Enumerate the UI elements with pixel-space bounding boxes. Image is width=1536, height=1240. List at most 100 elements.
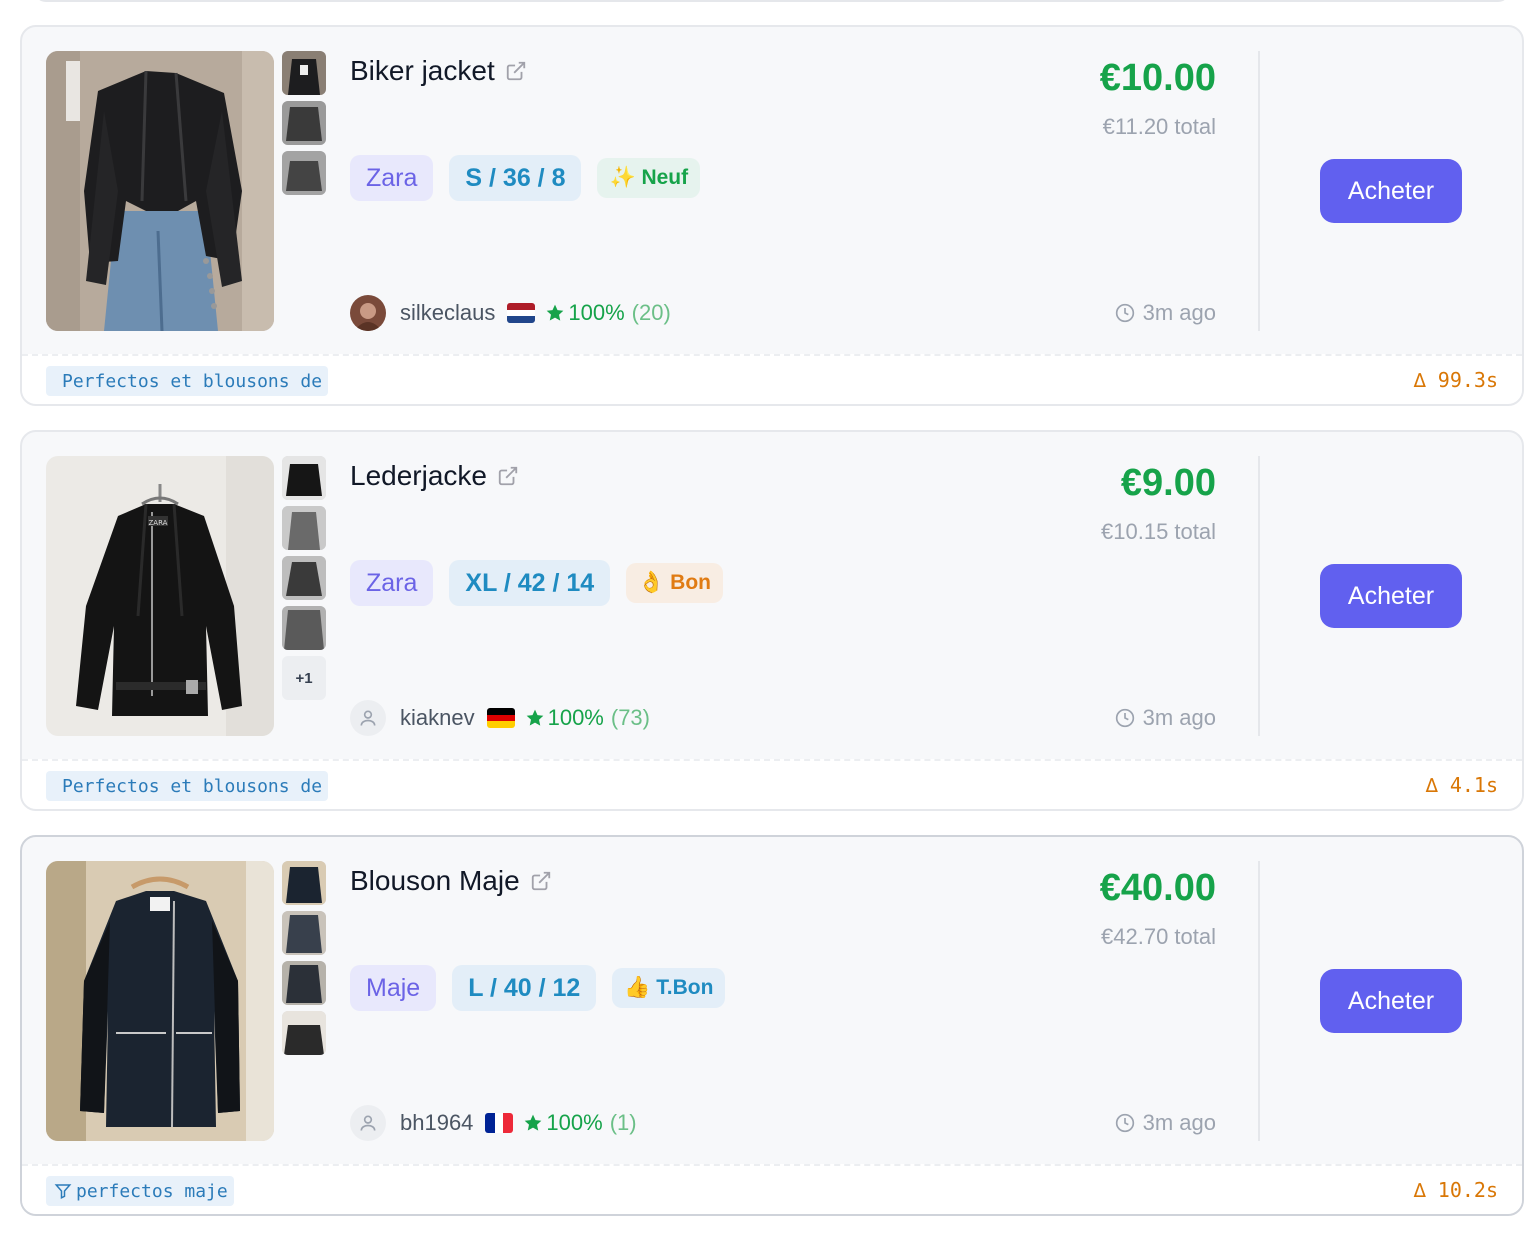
seller-rating: 100% (73) (525, 705, 650, 731)
brand-tag: Zara (350, 560, 434, 606)
user-placeholder-icon[interactable] (350, 700, 386, 736)
seller-username[interactable]: bh1964 (400, 1110, 473, 1136)
card-footer: Perfectos et blousons de ∆ 4.1s (22, 759, 1522, 809)
brand-tag: Zara (350, 155, 434, 201)
clock-icon (1115, 708, 1134, 728)
card-footer: Perfectos et blousons de ∆ 99.3s (22, 354, 1522, 404)
seller-username[interactable]: kiaknev (400, 705, 475, 731)
condition-tag: 👍 T.Bon (612, 968, 726, 1008)
tag-row: Zara S / 36 / 8 ✨ Neuf (350, 155, 701, 201)
card-footer: perfectos maje ∆ 10.2s (22, 1164, 1522, 1214)
item-price: €9.00 (1120, 462, 1216, 504)
time-ago: 3m ago (1142, 300, 1216, 325)
thumbnail-strip (282, 861, 326, 1061)
search-query-badge[interactable]: Perfectos et blousons de (46, 366, 329, 396)
thumbnail-strip (282, 51, 326, 201)
avatar[interactable] (350, 295, 386, 331)
thumbnail[interactable] (282, 151, 326, 195)
condition-tag: ✨ Neuf (597, 158, 701, 198)
svg-text:ZARA: ZARA (149, 519, 168, 527)
thumbnail[interactable] (282, 911, 326, 955)
query-text: Perfectos et blousons de (62, 775, 323, 797)
rating-percent: 100% (568, 300, 625, 325)
seller-info: bh1964 100% (1) (350, 1105, 637, 1141)
posted-time: 3m ago (1115, 300, 1216, 326)
listing-feed: Biker jacket Zara S / 36 / 8 ✨ Neuf silk… (20, 25, 1524, 1240)
total-price: €42.70 total (1101, 924, 1216, 949)
tag-row: Maje L / 40 / 12 👍 T.Bon (350, 965, 726, 1011)
total-price: €11.20 total (1102, 114, 1216, 139)
search-query-badge[interactable]: perfectos maje (46, 1176, 234, 1206)
listing-main-photo[interactable] (46, 861, 274, 1141)
rating-percent: 100% (547, 705, 604, 730)
seller-rating: 100% (1) (523, 1110, 637, 1136)
rating-count: (1) (609, 1110, 637, 1135)
listing-title[interactable]: Lederjacke (350, 460, 487, 492)
total-price: €10.15 total (1101, 519, 1216, 544)
listing-title-row: Lederjacke (350, 460, 519, 492)
seller-info: silkeclaus 100% (20) (350, 295, 671, 331)
buy-button[interactable]: Acheter (1320, 564, 1462, 628)
posted-time: 3m ago (1115, 705, 1216, 731)
thumbnail[interactable] (282, 961, 326, 1005)
star-icon (526, 709, 543, 726)
thumbnail[interactable] (282, 606, 326, 650)
seller-username[interactable]: silkeclaus (400, 300, 495, 326)
external-link-icon[interactable] (530, 870, 552, 892)
listing-card: Biker jacket Zara S / 36 / 8 ✨ Neuf silk… (20, 25, 1524, 406)
latency-delta: ∆ 10.2s (1413, 1178, 1498, 1202)
thumbnail-strip: +1 (282, 456, 326, 706)
rating-percent: 100% (546, 1110, 603, 1135)
price-box: €10.00 €11.20 total (1100, 57, 1216, 140)
thumbnail[interactable] (282, 101, 326, 145)
listing-title-row: Blouson Maje (350, 865, 552, 897)
thumbnail[interactable] (282, 556, 326, 600)
seller-rating: 100% (20) (545, 300, 671, 326)
size-tag: L / 40 / 12 (452, 965, 597, 1011)
query-text: perfectos maje (76, 1180, 228, 1202)
more-photos-badge[interactable]: +1 (282, 656, 326, 700)
size-tag: S / 36 / 8 (449, 155, 582, 201)
condition-tag: 👌 Bon (626, 563, 724, 603)
size-tag: XL / 42 / 14 (449, 560, 611, 606)
thumbnail[interactable] (282, 51, 326, 95)
item-price: €40.00 (1099, 867, 1216, 909)
seller-info: kiaknev 100% (73) (350, 700, 650, 736)
tag-row: Zara XL / 42 / 14 👌 Bon (350, 560, 724, 606)
brand-tag: Maje (350, 965, 437, 1011)
flag-fr-icon (485, 1113, 514, 1133)
buy-button[interactable]: Acheter (1320, 969, 1462, 1033)
listing-card: Blouson Maje Maje L / 40 / 12 👍 T.Bon bh… (20, 835, 1524, 1216)
star-icon (547, 304, 564, 321)
listing-title[interactable]: Biker jacket (350, 55, 495, 87)
latency-delta: ∆ 99.3s (1413, 368, 1498, 392)
price-box: €40.00 €42.70 total (1100, 867, 1216, 950)
filter-icon (54, 1184, 72, 1199)
vertical-divider (1258, 861, 1260, 1141)
search-query-badge[interactable]: Perfectos et blousons de (46, 771, 329, 801)
time-ago: 3m ago (1142, 705, 1216, 730)
price-box: €9.00 €10.15 total (1101, 462, 1216, 545)
star-icon (525, 1114, 542, 1131)
thumbnail[interactable] (282, 1011, 326, 1055)
external-link-icon[interactable] (497, 465, 519, 487)
query-text: Perfectos et blousons de (62, 370, 323, 392)
user-placeholder-icon[interactable] (350, 1105, 386, 1141)
thumbnail[interactable] (282, 456, 326, 500)
external-link-icon[interactable] (505, 60, 527, 82)
flag-nl-icon (507, 303, 536, 323)
flag-de-icon (486, 708, 515, 728)
listing-card: ZARA +1 Lederjacke Zara XL / 42 / 14 👌 B… (20, 430, 1524, 811)
listing-main-photo[interactable]: ZARA (46, 456, 274, 736)
rating-count: (73) (610, 705, 650, 730)
buy-button[interactable]: Acheter (1320, 159, 1462, 223)
time-ago: 3m ago (1142, 1110, 1216, 1135)
vertical-divider (1258, 456, 1260, 736)
listing-title-row: Biker jacket (350, 55, 527, 87)
previous-card-edge (34, 0, 1510, 2)
listing-title[interactable]: Blouson Maje (350, 865, 520, 897)
thumbnail[interactable] (282, 861, 326, 905)
thumbnail[interactable] (282, 506, 326, 550)
vertical-divider (1258, 51, 1260, 331)
listing-main-photo[interactable] (46, 51, 274, 331)
